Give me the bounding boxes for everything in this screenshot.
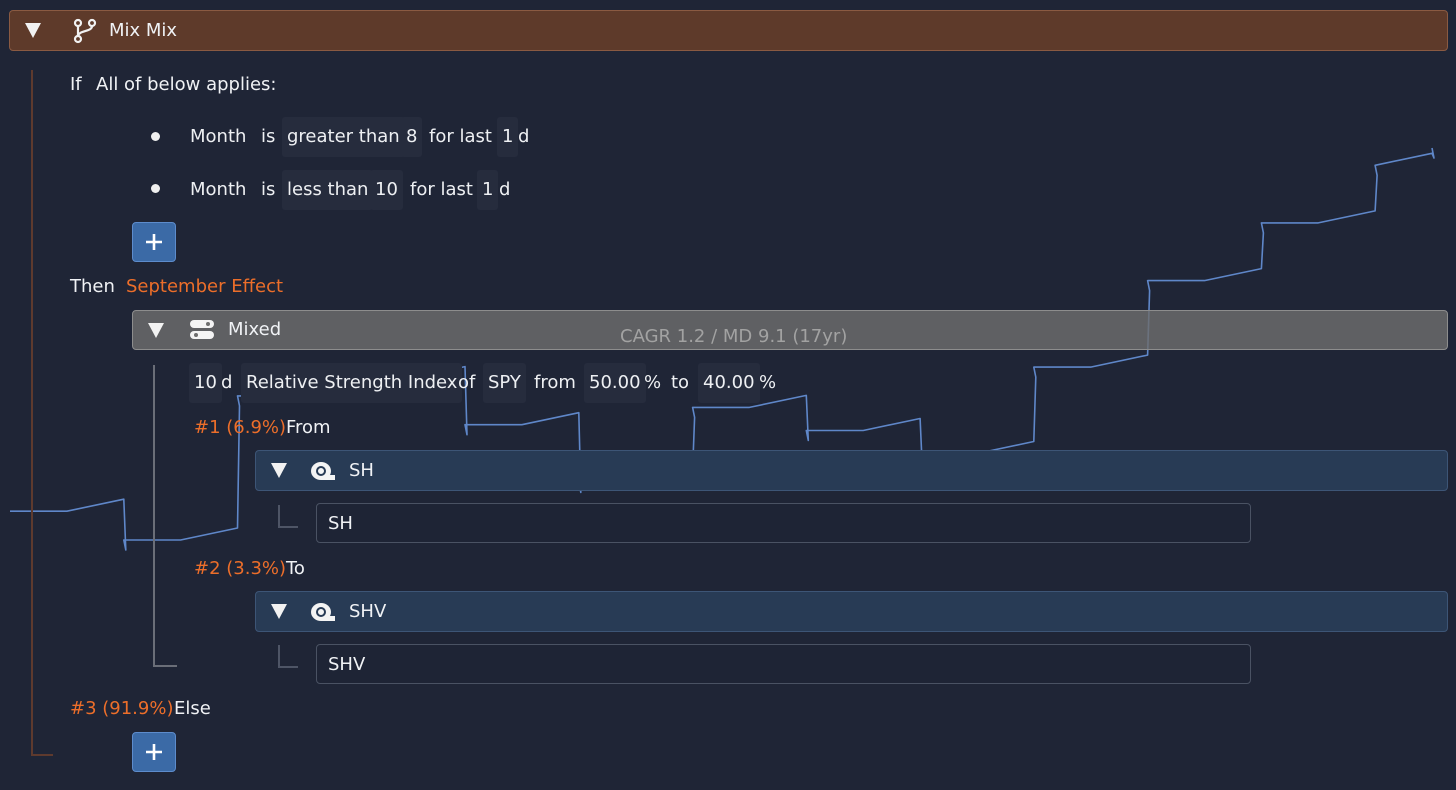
indicator-ticker[interactable]: SPY xyxy=(483,363,526,403)
mixed-block-title: Mixed xyxy=(228,319,282,340)
root-block-header[interactable]: Mix Mix xyxy=(9,10,1448,51)
then-label: Then xyxy=(70,276,115,297)
add-else-button[interactable] xyxy=(132,732,176,772)
indicator-period-unit: d xyxy=(221,372,233,393)
condition-operator[interactable]: less than xyxy=(282,170,374,210)
sh-tree-line-end xyxy=(278,526,298,528)
root-block-title: Mix Mix xyxy=(109,19,178,41)
condition-field[interactable]: Month xyxy=(185,117,251,157)
asset-group-title: SH xyxy=(349,459,374,481)
branch-label: To xyxy=(286,558,305,579)
condition-operator[interactable]: greater than xyxy=(282,117,405,157)
condition-bullet xyxy=(151,132,160,141)
toggle-stack-icon xyxy=(190,320,214,339)
indicator-from-value[interactable]: 50.00 xyxy=(584,363,646,403)
mixed-tree-line xyxy=(153,365,155,665)
applies-dropdown[interactable]: All of below applies: xyxy=(96,74,276,96)
condition-unit: d xyxy=(499,179,511,200)
collapse-triangle-icon[interactable] xyxy=(271,463,287,478)
indicator-from-label: from xyxy=(534,372,576,393)
condition-field[interactable]: Month xyxy=(185,170,251,210)
mixed-tree-line-end xyxy=(153,665,177,667)
indicator-name[interactable]: Relative Strength Index xyxy=(241,363,463,403)
chart-stats-overlay: CAGR 1.2 / MD 9.1 (17yr) xyxy=(620,326,848,347)
plus-icon xyxy=(146,234,162,250)
root-tree-line xyxy=(31,70,33,755)
plus-icon xyxy=(146,744,162,760)
else-label: Else xyxy=(174,698,211,719)
ticker-symbol: SHV xyxy=(328,653,366,675)
condition-is: is xyxy=(261,126,276,147)
asset-group-title: SHV xyxy=(349,600,387,622)
collapse-triangle-icon[interactable] xyxy=(271,604,287,619)
coin-icon xyxy=(311,602,335,621)
then-block-name[interactable]: September Effect xyxy=(126,276,283,298)
condition-bullet xyxy=(151,184,160,193)
asset-group-header[interactable]: SHV xyxy=(255,591,1448,632)
git-branch-icon xyxy=(73,18,97,43)
condition-value[interactable]: 10 xyxy=(370,170,403,210)
collapse-triangle-icon[interactable] xyxy=(25,23,41,38)
coin-icon xyxy=(311,461,335,480)
condition-unit: d xyxy=(518,126,530,147)
indicator-to-unit: % xyxy=(759,372,777,393)
branch-weight-tag: #1 (6.9%) xyxy=(194,417,287,438)
condition-value[interactable]: 8 xyxy=(401,117,423,157)
condition-is: is xyxy=(261,179,276,200)
collapse-triangle-icon[interactable] xyxy=(148,322,164,338)
indicator-from-unit: % xyxy=(644,372,662,393)
indicator-of: of xyxy=(458,372,476,393)
root-tree-line-end xyxy=(31,754,53,756)
condition-for-last: for last xyxy=(429,126,492,147)
ticker-symbol: SH xyxy=(328,512,353,534)
shv-tree-line xyxy=(278,645,280,667)
ticker-field[interactable]: SH xyxy=(316,503,1251,543)
add-condition-button[interactable] xyxy=(132,222,176,262)
if-label: If xyxy=(70,74,82,95)
asset-group-header[interactable]: SH xyxy=(255,450,1448,491)
branch-label: From xyxy=(286,417,331,438)
indicator-to-label: to xyxy=(671,372,690,393)
ticker-field[interactable]: SHV xyxy=(316,644,1251,684)
indicator-to-value[interactable]: 40.00 xyxy=(698,363,760,403)
branch-weight-tag: #2 (3.3%) xyxy=(194,558,287,579)
else-weight-tag: #3 (91.9%) xyxy=(70,698,174,719)
sh-tree-line xyxy=(278,505,280,527)
shv-tree-line-end xyxy=(278,666,298,668)
condition-for-last: for last xyxy=(410,179,473,200)
